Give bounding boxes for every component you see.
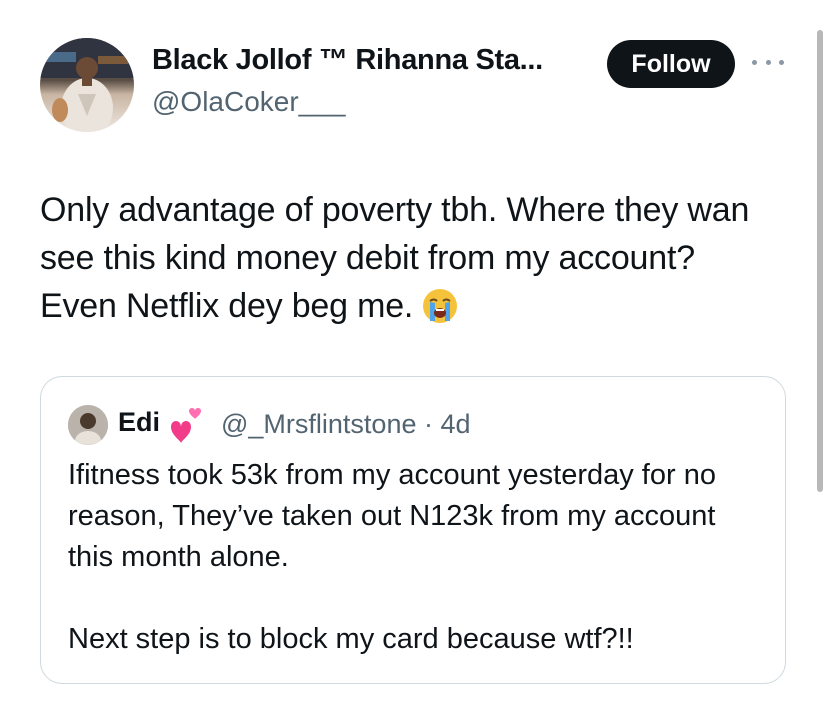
dot <box>779 59 784 65</box>
author-display-name[interactable]: Black Jollof ™ Rihanna Sta... <box>152 44 543 77</box>
author-avatar[interactable] <box>40 38 134 132</box>
author-handle[interactable]: @OlaCoker___ <box>152 86 345 118</box>
tweet-body: Only advantage of poverty tbh. Where the… <box>40 186 760 338</box>
follow-button[interactable]: Follow <box>607 40 735 88</box>
dot <box>752 59 757 65</box>
quoted-author-avatar[interactable] <box>68 405 108 445</box>
quoted-tweet-text: Ifitness took 53k from my account yester… <box>68 459 716 655</box>
more-options-icon[interactable] <box>752 52 784 72</box>
quoted-tweet-card[interactable]: Edi @_Mrsflintstone · 4d Ifitness took 5… <box>40 376 786 684</box>
revolving-hearts-icon <box>165 405 207 450</box>
loudly-crying-face-icon <box>421 287 459 338</box>
quoted-author-handle-time[interactable]: @_Mrsflintstone · 4d <box>221 409 471 440</box>
tweet-text: Only advantage of poverty tbh. Where the… <box>40 191 750 325</box>
dot <box>765 59 771 65</box>
quoted-author-name[interactable]: Edi <box>118 407 160 438</box>
scrollbar[interactable] <box>817 30 823 492</box>
